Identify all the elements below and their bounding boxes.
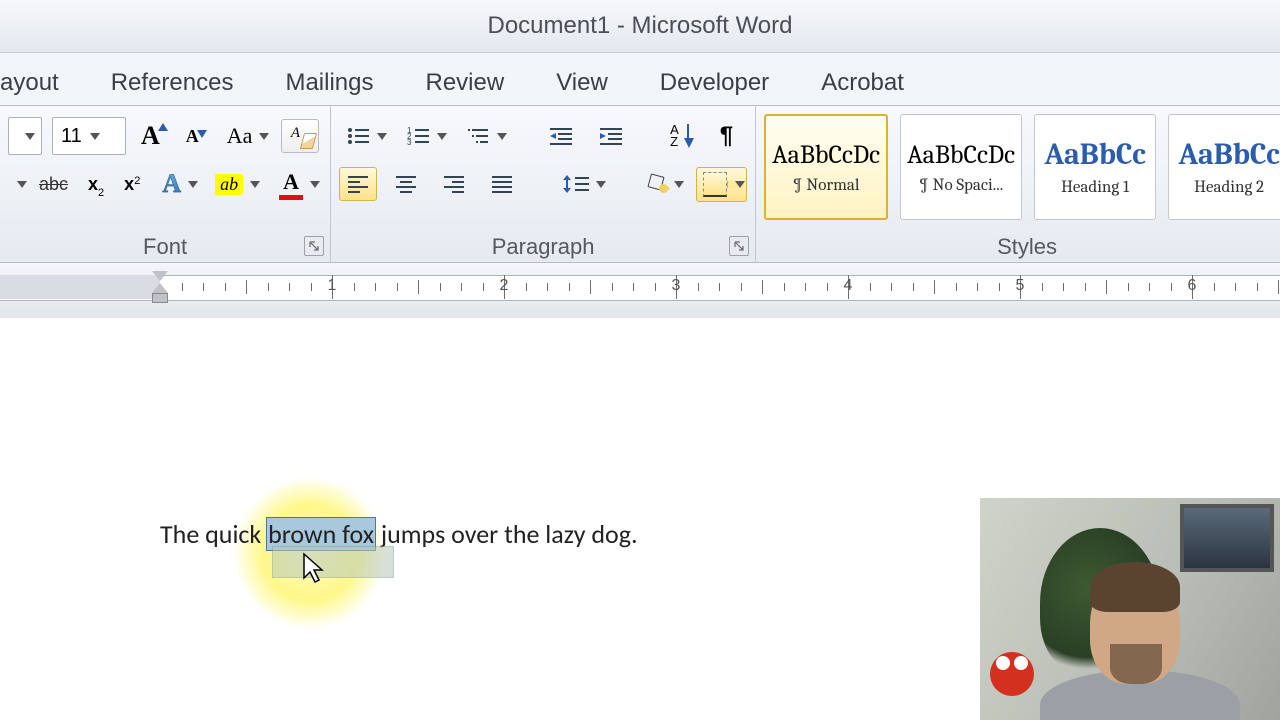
chevron-down-icon [377, 133, 387, 140]
bullets-icon [346, 125, 370, 147]
shading-button[interactable] [640, 170, 686, 198]
line-spacing-button[interactable] [554, 168, 608, 200]
shading-icon [647, 175, 667, 193]
cursor-icon [300, 552, 328, 586]
strikethrough-button[interactable]: abc [34, 169, 73, 200]
font-color-icon: A [283, 169, 299, 195]
chevron-down-icon [25, 133, 35, 140]
line-spacing-icon [561, 173, 589, 195]
ribbon: 11 A A Aa A abc x2 x2 A ab A Font 123 [0, 106, 1280, 263]
show-pilcrow-button[interactable]: ¶ [711, 119, 742, 153]
align-justify-icon [490, 174, 514, 194]
increase-indent-icon [598, 125, 624, 147]
document-text[interactable]: The quick brown fox jumps over the lazy … [160, 518, 638, 550]
group-label-styles: Styles [756, 234, 1280, 260]
align-center-button[interactable] [387, 167, 425, 201]
tab-acrobat[interactable]: Acrobat [795, 69, 930, 105]
align-left-button[interactable] [339, 167, 377, 201]
font-size-combo[interactable]: 11 [52, 117, 126, 155]
subscript-button[interactable]: x2 [83, 169, 109, 200]
tab-review[interactable]: Review [399, 69, 530, 105]
chevron-down-icon [259, 133, 269, 140]
sort-button[interactable]: AZ [663, 119, 701, 153]
group-label-font: Font [0, 234, 330, 260]
align-right-button[interactable] [435, 167, 473, 201]
pilcrow-icon: ¶ [720, 122, 733, 150]
clear-formatting-icon: A [291, 125, 300, 142]
text-effects-icon: A [162, 169, 181, 199]
shrink-font-icon: A [186, 126, 199, 147]
sort-icon: AZ [670, 124, 679, 148]
tab-mailings[interactable]: Mailings [259, 69, 399, 105]
launcher-icon [308, 240, 320, 252]
group-font: 11 A A Aa A abc x2 x2 A ab A Font [0, 106, 331, 262]
indent-marker[interactable] [152, 271, 168, 303]
numbering-icon: 123 [406, 125, 430, 147]
font-name-combo[interactable] [8, 117, 42, 155]
numbering-button[interactable]: 123 [399, 120, 449, 152]
launcher-icon [733, 240, 745, 252]
document-area[interactable]: The quick brown fox jumps over the lazy … [0, 318, 1280, 720]
unknown-dropdown[interactable] [8, 176, 24, 193]
chevron-down-icon [497, 133, 507, 140]
shrink-font-button[interactable]: A [181, 123, 210, 150]
chevron-down-icon [596, 181, 606, 188]
ruler[interactable]: 123456 [0, 263, 1280, 322]
borders-icon [703, 172, 727, 197]
chevron-down-icon [250, 181, 260, 188]
chevron-down-icon [735, 181, 745, 188]
webcam-overlay [980, 498, 1280, 720]
borders-button[interactable] [696, 167, 747, 202]
chevron-down-icon [674, 181, 684, 188]
chevron-down-icon [17, 181, 27, 188]
ribbon-tabs: ayout References Mailings Review View De… [0, 53, 1280, 106]
paragraph-dialog-launcher[interactable] [729, 236, 749, 256]
font-dialog-launcher[interactable] [304, 236, 324, 256]
style-heading-2[interactable]: AaBbCcHeading 2 [1168, 114, 1280, 220]
style--no-spaci-[interactable]: AaBbCcDc¶ No Spaci... [900, 114, 1022, 220]
increase-indent-button[interactable] [591, 120, 631, 152]
font-color-bar [279, 195, 303, 200]
grow-font-button[interactable]: A [136, 118, 171, 154]
highlight-icon: ab [215, 174, 243, 195]
decrease-indent-icon [548, 125, 574, 147]
group-paragraph: 123 AZ ¶ [331, 106, 756, 262]
bullets-button[interactable] [339, 120, 389, 152]
chevron-down-icon [310, 181, 320, 188]
grow-font-icon: A [141, 121, 160, 151]
font-size-value: 11 [61, 125, 82, 148]
decrease-indent-button[interactable] [541, 120, 581, 152]
style-heading-1[interactable]: AaBbCcHeading 1 [1034, 114, 1156, 220]
change-case-icon: Aa [227, 123, 253, 149]
text-effects-button[interactable]: A [155, 166, 200, 202]
chevron-down-icon [437, 133, 447, 140]
change-case-button[interactable]: Aa [220, 120, 272, 152]
svg-text:3: 3 [407, 138, 412, 147]
align-right-icon [442, 174, 466, 194]
chevron-down-icon [90, 133, 100, 140]
tab-layout[interactable]: ayout [0, 69, 85, 105]
font-color-button[interactable]: A [272, 166, 322, 203]
tab-references[interactable]: References [85, 69, 260, 105]
superscript-button[interactable]: x2 [119, 169, 145, 200]
style--normal[interactable]: AaBbCcDc¶ Normal [764, 114, 888, 220]
multilevel-list-button[interactable] [459, 120, 509, 152]
align-center-icon [394, 174, 418, 194]
align-justify-button[interactable] [483, 167, 521, 201]
highlight-button[interactable]: ab [210, 171, 262, 198]
ruler-margin [0, 275, 160, 299]
chevron-down-icon [188, 181, 198, 188]
tab-developer[interactable]: Developer [634, 69, 795, 105]
align-left-icon [346, 174, 370, 194]
group-label-paragraph: Paragraph [331, 234, 755, 260]
clear-formatting-button[interactable]: A [281, 119, 319, 153]
multilevel-icon [466, 125, 490, 147]
group-styles: AaBbCcDc¶ NormalAaBbCcDc¶ No Spaci...AaB… [756, 106, 1280, 262]
strikethrough-icon: abc [39, 174, 68, 195]
ruler-strip [0, 275, 1280, 301]
window-title: Document1 - Microsoft Word [0, 0, 1280, 53]
tab-view[interactable]: View [530, 69, 634, 105]
drag-ghost [272, 546, 394, 578]
